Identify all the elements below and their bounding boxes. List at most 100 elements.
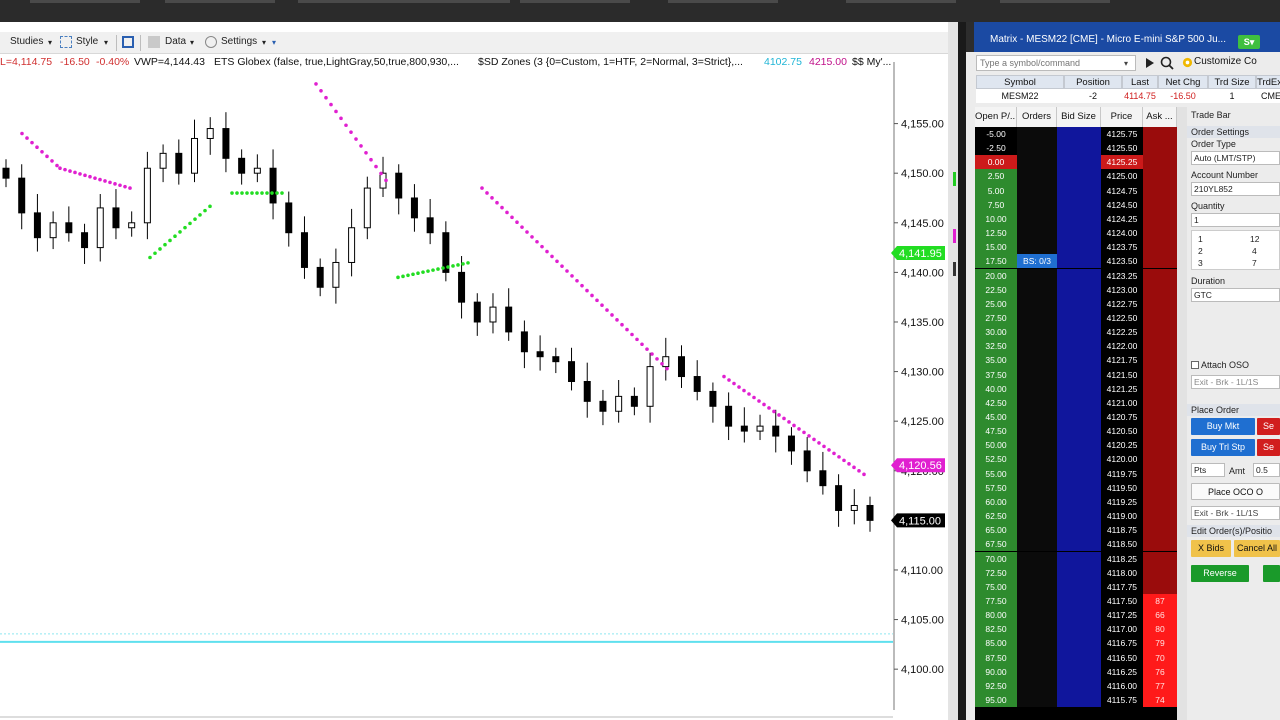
ladder-orders[interactable] bbox=[1017, 452, 1057, 467]
ladder-ask-size[interactable] bbox=[1143, 211, 1177, 227]
ladder-row[interactable]: 47.50 4120.50 bbox=[975, 424, 1177, 439]
ladder-ask-size[interactable] bbox=[1143, 268, 1177, 283]
ladder-ask-size[interactable] bbox=[1143, 480, 1177, 495]
ladder-price[interactable]: 4119.25 bbox=[1101, 494, 1143, 510]
ladder-orders[interactable] bbox=[1017, 424, 1057, 439]
ladder-ask-size[interactable] bbox=[1143, 240, 1177, 255]
ladder-row[interactable]: 15.00 4123.75 bbox=[975, 240, 1177, 255]
price-chart[interactable]: 4,155.00 4,150.00 4,145.00 4,140.00 4,135.00… bbox=[0, 22, 948, 720]
ladder-price[interactable]: 4122.00 bbox=[1101, 339, 1143, 354]
ladder-price[interactable]: 4125.75 bbox=[1101, 127, 1143, 142]
ladder-price[interactable]: 4122.25 bbox=[1101, 325, 1143, 340]
ladder-ask-size[interactable] bbox=[1143, 466, 1177, 481]
ladder-ask-size[interactable] bbox=[1143, 410, 1177, 425]
ladder-row[interactable]: 25.00 4122.75 bbox=[975, 296, 1177, 311]
ladder-bid-size[interactable] bbox=[1057, 169, 1101, 184]
ladder-ask-size[interactable] bbox=[1143, 537, 1177, 552]
ladder-ask-size[interactable] bbox=[1143, 509, 1177, 524]
ladder-orders[interactable] bbox=[1017, 537, 1057, 552]
ladder-ask-size[interactable]: 76 bbox=[1143, 664, 1177, 679]
ladder-orders[interactable] bbox=[1017, 282, 1057, 297]
ladder-bid-size[interactable] bbox=[1057, 339, 1101, 354]
ladder-bid-size[interactable] bbox=[1057, 353, 1101, 368]
ladder-orders[interactable] bbox=[1017, 197, 1057, 212]
ladder-orders[interactable] bbox=[1017, 664, 1057, 679]
ladder-orders[interactable] bbox=[1017, 438, 1057, 453]
ladder-row[interactable]: 0.00 4125.25 bbox=[975, 155, 1177, 170]
ladder-orders[interactable] bbox=[1017, 296, 1057, 311]
ladder-orders[interactable] bbox=[1017, 226, 1057, 241]
quote-col-header[interactable]: Net Chg bbox=[1158, 75, 1208, 89]
ladder-bid-size[interactable] bbox=[1057, 565, 1101, 580]
ladder-price[interactable]: 4116.75 bbox=[1101, 636, 1143, 651]
ladder-price[interactable]: 4124.00 bbox=[1101, 226, 1143, 241]
ladder-orders[interactable] bbox=[1017, 509, 1057, 524]
ladder-orders[interactable] bbox=[1017, 353, 1057, 368]
qty-preset[interactable]: 7 bbox=[1252, 258, 1257, 268]
ladder-price[interactable]: 4121.00 bbox=[1101, 395, 1143, 410]
ladder-row[interactable]: 10.00 4124.25 bbox=[975, 211, 1177, 227]
ladder-orders[interactable] bbox=[1017, 466, 1057, 481]
ladder-orders[interactable]: BS: 0/3 bbox=[1017, 254, 1057, 269]
ladder-row[interactable]: 45.00 4120.75 bbox=[975, 410, 1177, 425]
ladder-bid-size[interactable] bbox=[1057, 650, 1101, 665]
ladder-row[interactable]: 55.00 4119.75 bbox=[975, 466, 1177, 481]
ladder-orders[interactable] bbox=[1017, 381, 1057, 396]
ladder-bid-size[interactable] bbox=[1057, 494, 1101, 510]
ladder-row[interactable]: 72.50 4118.00 bbox=[975, 565, 1177, 580]
ladder-orders[interactable] bbox=[1017, 494, 1057, 510]
layout-icon[interactable] bbox=[122, 36, 134, 48]
ladder-orders[interactable] bbox=[1017, 678, 1057, 693]
symbol-input[interactable] bbox=[976, 55, 1136, 71]
matrix-window[interactable]: Matrix - MESM22 [CME] - Micro E-mini S&P… bbox=[966, 22, 1280, 720]
style-dropdown-icon[interactable]: ▾ bbox=[104, 38, 108, 47]
quantity-field[interactable]: 1 bbox=[1191, 213, 1280, 227]
ladder-bid-size[interactable] bbox=[1057, 693, 1101, 708]
ladder-bid-size[interactable] bbox=[1057, 268, 1101, 283]
ladder-row[interactable]: 42.50 4121.00 bbox=[975, 395, 1177, 410]
ladder-row[interactable]: 62.50 4119.00 bbox=[975, 509, 1177, 524]
ladder-price[interactable]: 4122.75 bbox=[1101, 296, 1143, 311]
ladder-row[interactable]: 22.50 4123.00 bbox=[975, 282, 1177, 297]
ladder-ask-size[interactable] bbox=[1143, 579, 1177, 594]
ladder-row[interactable]: 20.00 4123.25 bbox=[975, 268, 1177, 283]
ladder-price[interactable]: 4116.25 bbox=[1101, 664, 1143, 679]
ladder-ask-size[interactable] bbox=[1143, 183, 1177, 198]
ladder-ask-size[interactable]: 70 bbox=[1143, 650, 1177, 665]
ladder-orders[interactable] bbox=[1017, 367, 1057, 382]
ladder-price[interactable]: 4124.25 bbox=[1101, 211, 1143, 227]
ladder-price[interactable]: 4119.75 bbox=[1101, 466, 1143, 481]
ladder-ask-size[interactable] bbox=[1143, 523, 1177, 538]
ladder-bid-size[interactable] bbox=[1057, 410, 1101, 425]
place-oco-button[interactable]: Place OCO O bbox=[1191, 483, 1280, 500]
reverse-button[interactable]: Reverse bbox=[1191, 565, 1249, 582]
ladder-orders[interactable] bbox=[1017, 155, 1057, 170]
ladder-orders[interactable] bbox=[1017, 240, 1057, 255]
studies-dropdown-icon[interactable]: ▾ bbox=[48, 38, 52, 47]
ladder-price[interactable]: 4121.75 bbox=[1101, 353, 1143, 368]
ladder-bid-size[interactable] bbox=[1057, 424, 1101, 439]
ladder-orders[interactable] bbox=[1017, 141, 1057, 156]
ladder-price[interactable]: 4117.25 bbox=[1101, 608, 1143, 623]
ladder-orders[interactable] bbox=[1017, 127, 1057, 142]
ladder-row[interactable]: 60.00 4119.25 bbox=[975, 494, 1177, 510]
ladder-ask-size[interactable]: 87 bbox=[1143, 593, 1177, 609]
ladder-ask-size[interactable] bbox=[1143, 438, 1177, 453]
ladder-ask-size[interactable] bbox=[1143, 381, 1177, 396]
flatten-button[interactable] bbox=[1263, 565, 1280, 582]
ladder-bid-size[interactable] bbox=[1057, 678, 1101, 693]
sell-trail-stop-button[interactable]: Se bbox=[1257, 439, 1280, 456]
ladder-bid-size[interactable] bbox=[1057, 381, 1101, 396]
ladder-orders[interactable] bbox=[1017, 622, 1057, 637]
quote-col-header[interactable]: Symbol bbox=[976, 75, 1064, 89]
ladder-orders[interactable] bbox=[1017, 339, 1057, 354]
gear-icon[interactable] bbox=[1182, 57, 1193, 68]
ladder-orders[interactable] bbox=[1017, 551, 1057, 566]
style-menu[interactable]: Style bbox=[76, 36, 98, 47]
ladder-ask-size[interactable] bbox=[1143, 155, 1177, 170]
ladder-orders[interactable] bbox=[1017, 268, 1057, 283]
ladder-row[interactable]: 80.00 4117.25 66 bbox=[975, 608, 1177, 623]
ladder-bid-size[interactable] bbox=[1057, 466, 1101, 481]
symbol-dropdown-icon[interactable]: ▾ bbox=[1124, 59, 1128, 68]
ladder-ask-size[interactable] bbox=[1143, 551, 1177, 566]
